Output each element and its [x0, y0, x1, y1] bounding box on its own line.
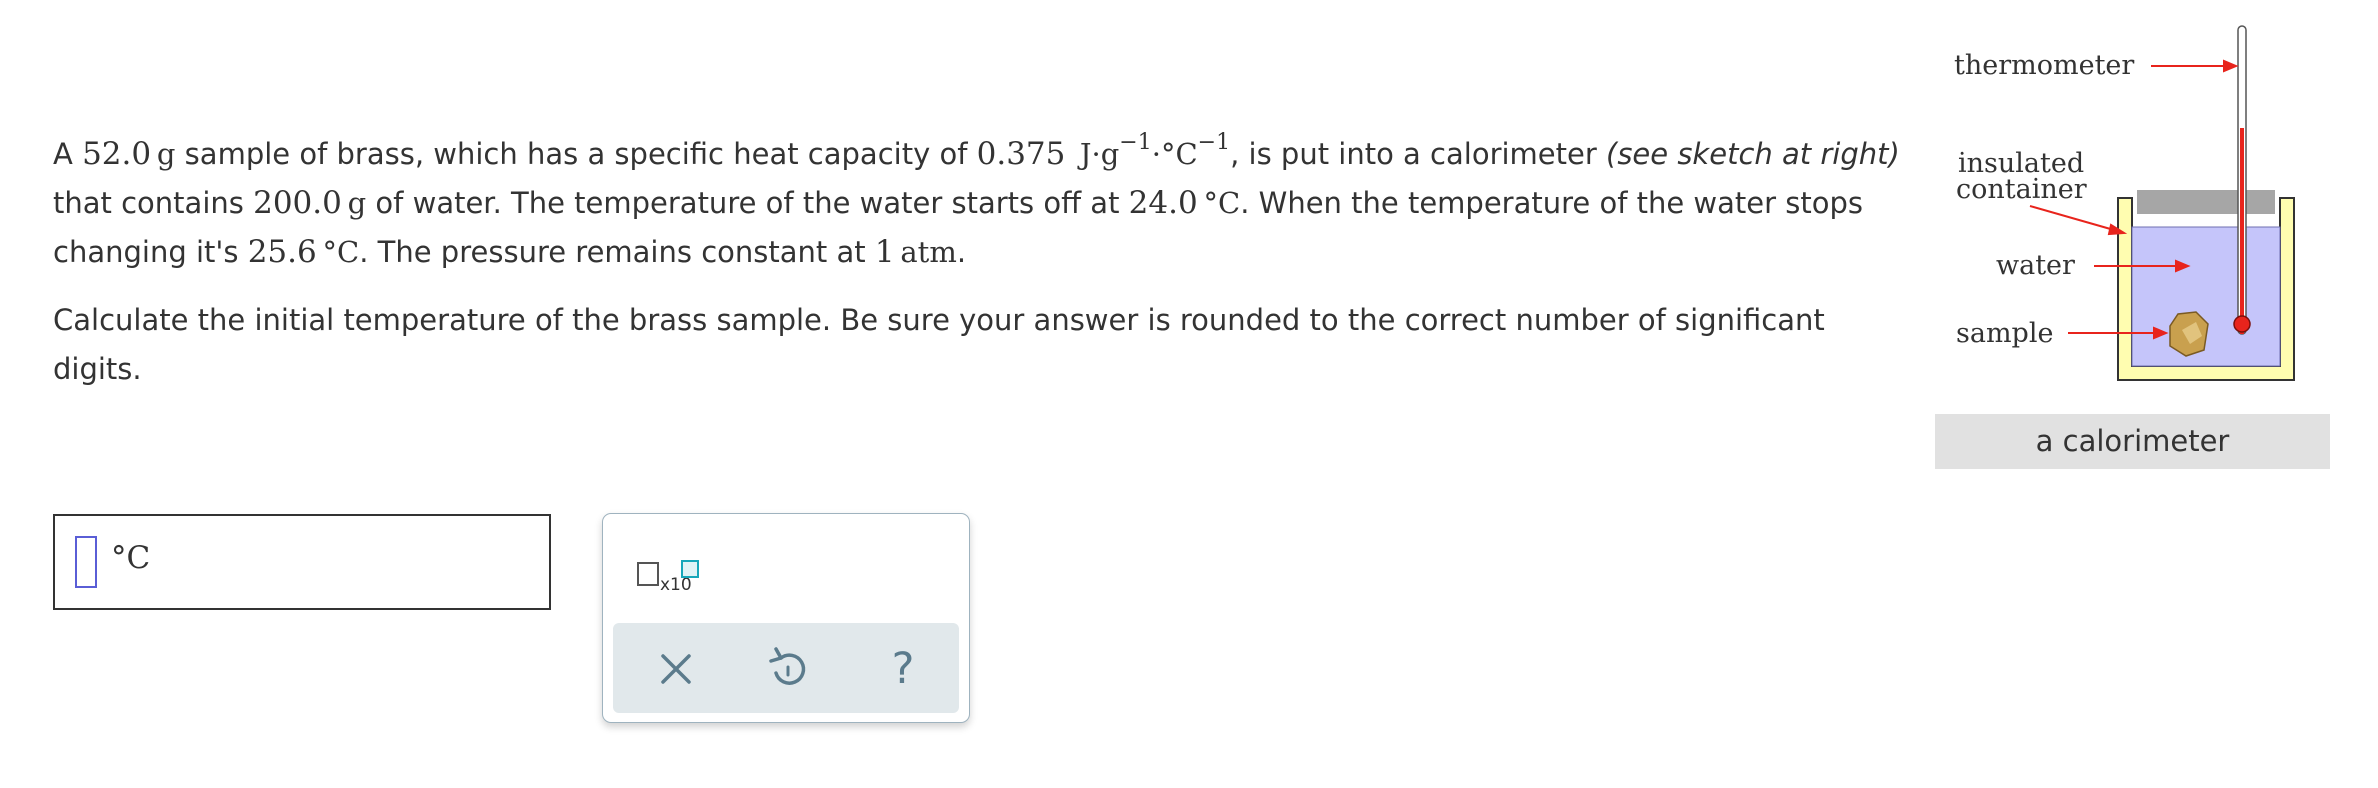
base-box — [637, 562, 659, 586]
unit-atm: atm — [900, 235, 957, 269]
start-temp-value: 24.0 — [1128, 185, 1198, 221]
undo-icon[interactable] — [760, 641, 816, 697]
final-temp-value: 25.6 — [247, 234, 317, 270]
unit-celsius: °C — [322, 235, 360, 269]
answer-unit: °C — [111, 540, 151, 576]
question-text: Calculate the initial temperature of the… — [53, 303, 1825, 386]
unit-celsius: °C — [1203, 186, 1241, 220]
x10-label: x10 — [660, 575, 692, 595]
unit-j-per-g: J·g — [1079, 137, 1120, 171]
water-mass-value: 200.0 — [253, 185, 342, 221]
exponent-box — [681, 560, 699, 578]
label-water: water — [1996, 250, 2075, 281]
math-tool-panel: x10 ? — [602, 513, 970, 723]
pressure-value: 1 — [874, 234, 895, 270]
arrow-head — [2223, 59, 2239, 73]
thermometer-bulb — [2233, 315, 2251, 333]
unit-grams: g — [156, 137, 176, 171]
answer-box: °C — [53, 514, 551, 610]
sketch-caption: a calorimeter — [1935, 414, 2330, 469]
close-icon[interactable] — [648, 641, 704, 697]
see-sketch-note: (see sketch at right) — [1606, 137, 1900, 171]
unit-per-celsius: ·°C — [1151, 137, 1198, 171]
label-container: container — [1956, 174, 2087, 205]
calorimeter-sketch: thermometer insulated container water sa… — [1934, 18, 2334, 468]
label-sample: sample — [1956, 318, 2053, 349]
action-toolbar: ? — [613, 623, 959, 713]
problem-text: A 52.0 g sample of brass, which has a sp… — [53, 130, 1913, 394]
problem-paragraph: A 52.0 g sample of brass, which has a sp… — [53, 130, 1900, 270]
brass-mass-value: 52.0 — [82, 136, 152, 172]
help-icon[interactable]: ? — [875, 641, 931, 697]
calorimeter-illustration: thermometer insulated container water sa… — [1954, 25, 2295, 381]
label-thermometer: thermometer — [1954, 50, 2134, 81]
exponent-g: −1 — [1119, 130, 1152, 156]
heat-capacity-value: 0.375 — [976, 136, 1066, 172]
unit-grams: g — [347, 186, 367, 220]
lid — [2137, 190, 2275, 214]
exponent-c: −1 — [1197, 130, 1231, 156]
x10-icon[interactable]: x10 — [633, 544, 699, 595]
answer-input[interactable] — [75, 536, 97, 588]
thermometer-mercury — [2240, 128, 2244, 334]
water-fill — [2131, 226, 2281, 367]
